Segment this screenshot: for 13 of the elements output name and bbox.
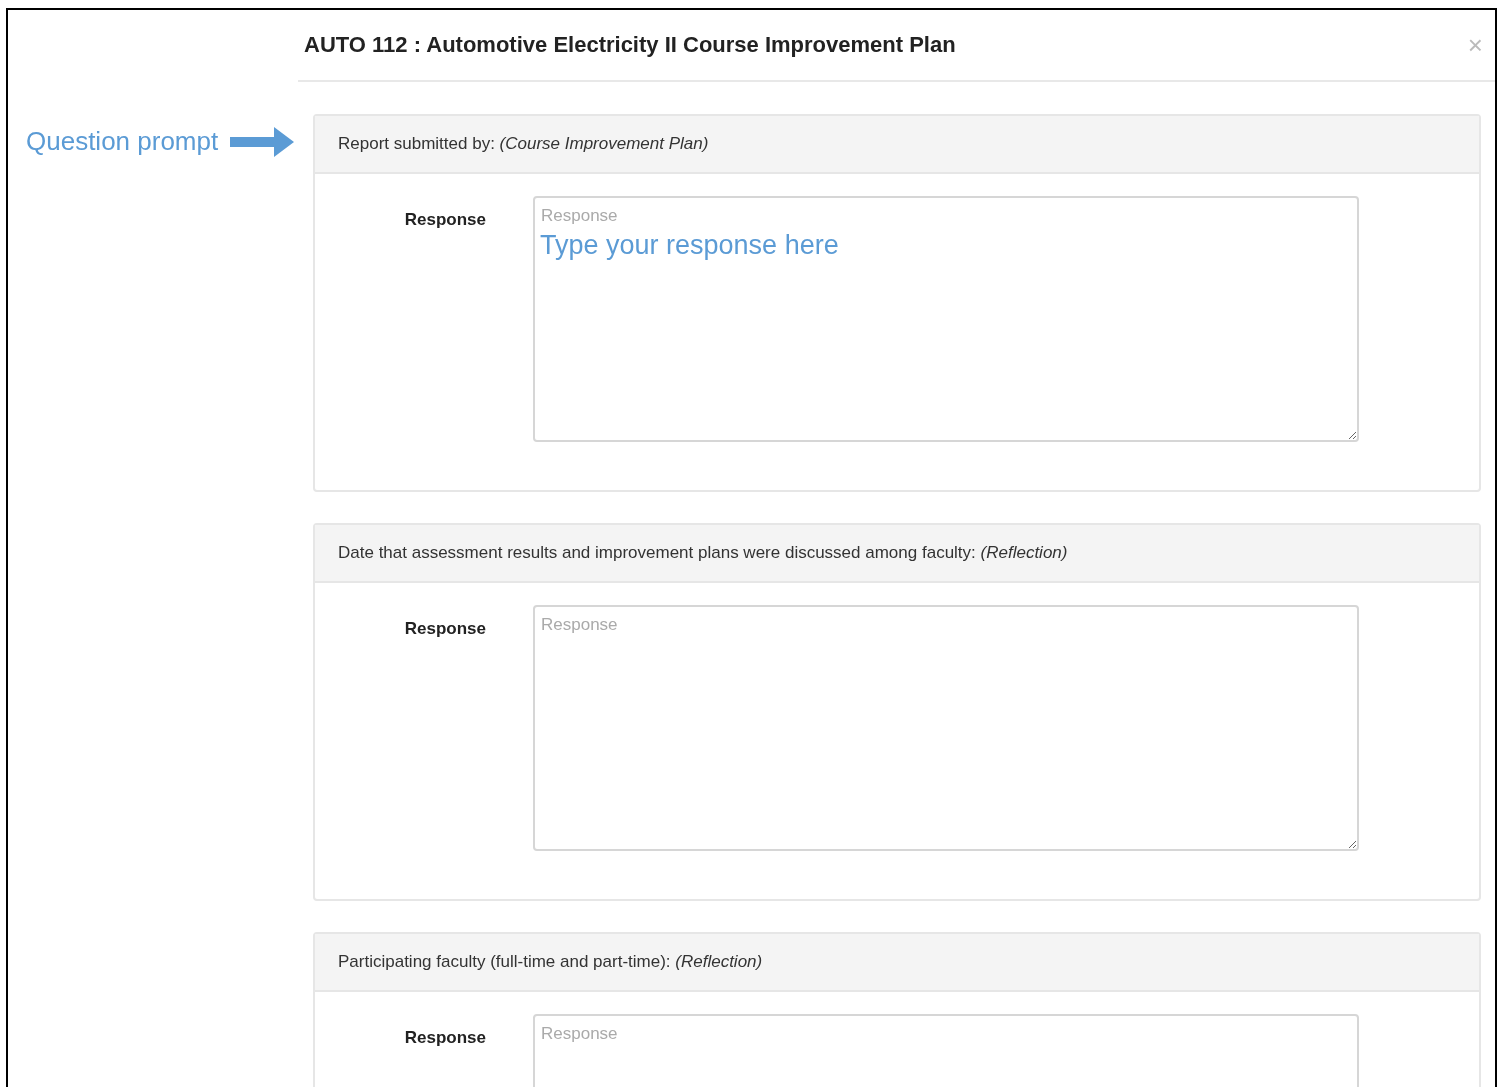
question-prompt: Participating faculty (full-time and part-time): (Reflection): [338, 952, 763, 972]
close-button[interactable]: ×: [1463, 29, 1487, 61]
annotation-label: Question prompt: [26, 126, 219, 157]
response-label: Response: [403, 618, 486, 640]
annotation-text: Type your response here: [540, 230, 839, 261]
response-label: Response: [403, 1027, 486, 1049]
response-field[interactable]: Response: [533, 605, 1359, 851]
dialog-title: AUTO 112 : Automotive Electricity II Course Improvement Plan: [304, 32, 956, 58]
question-prompt: Date that assessment results and improvement plans were discussed among faculty: (Reflection): [338, 543, 1068, 563]
response-field[interactable]: Response: [533, 1014, 1359, 1087]
response-label: Response: [403, 209, 486, 231]
arrow-icon: [230, 126, 295, 157]
question-prompt: Report submitted by: (Course Improvement Plan): [338, 134, 709, 154]
